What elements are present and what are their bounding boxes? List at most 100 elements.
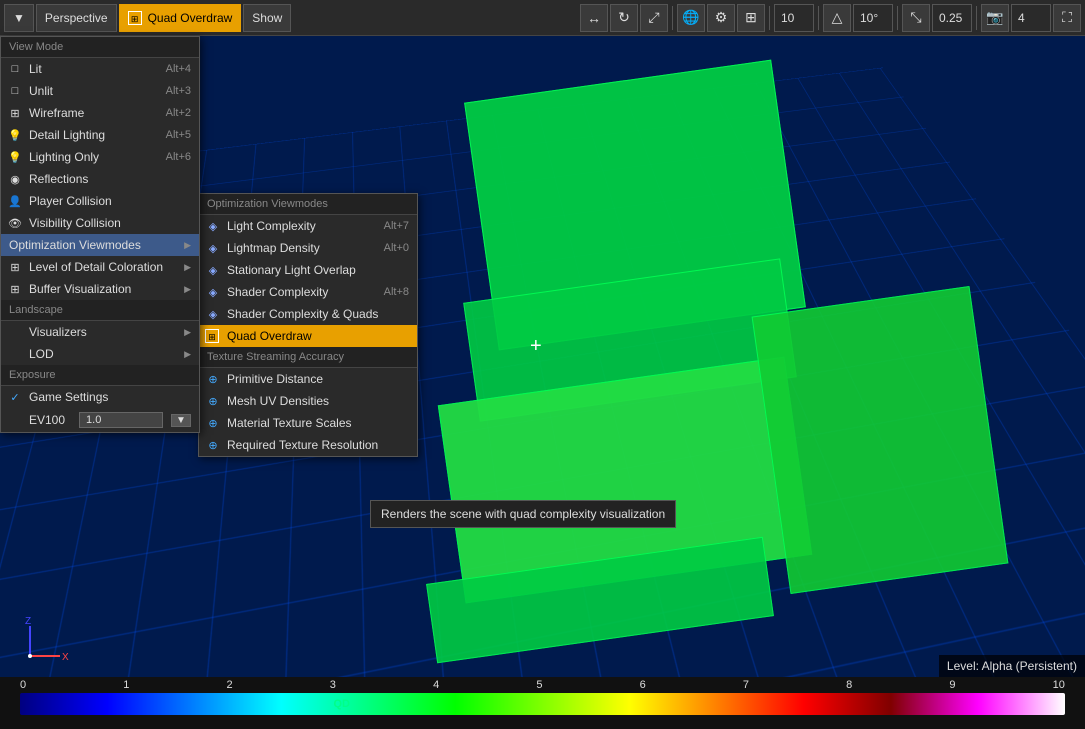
- menu-item-unlit[interactable]: □ Unlit Alt+3: [1, 80, 199, 102]
- toolbar: ▼ Perspective ⊞ Quad Overdraw Show ↔ ↻ ⤢…: [0, 0, 1085, 36]
- player-collision-icon: 👤: [7, 193, 23, 209]
- shader-complexity-quads-label: Shader Complexity & Quads: [227, 307, 409, 321]
- scale-box[interactable]: 0.25: [932, 4, 972, 32]
- lighting-only-icon: 💡: [7, 149, 23, 165]
- menu-item-game-settings[interactable]: ✓ Game Settings: [1, 386, 199, 408]
- menu-item-shader-complexity[interactable]: ◈ Shader Complexity Alt+8: [199, 281, 417, 303]
- menu-item-wireframe[interactable]: ⊞ Wireframe Alt+2: [1, 102, 199, 124]
- menu-item-visibility-collision[interactable]: 👁 Visibility Collision: [1, 212, 199, 234]
- visibility-collision-icon: 👁: [7, 215, 23, 231]
- lit-label: Lit: [29, 62, 158, 76]
- viewmode-btn[interactable]: ⊞ Quad Overdraw: [119, 4, 242, 32]
- sep5: [976, 6, 977, 30]
- shader-complexity-quads-icon: ◈: [205, 306, 221, 322]
- primitive-distance-icon: ⊕: [205, 371, 221, 387]
- label-2: 2: [227, 679, 233, 691]
- primitive-distance-label: Primitive Distance: [227, 372, 409, 386]
- dropdown-arrow-btn[interactable]: ▼: [4, 4, 34, 32]
- menu-item-lighting-only[interactable]: 💡 Lighting Only Alt+6: [1, 146, 199, 168]
- detail-lighting-icon: 💡: [7, 127, 23, 143]
- unlit-shortcut: Alt+3: [166, 85, 191, 97]
- buffer-viz-label: Buffer Visualization: [29, 282, 176, 296]
- menu-item-primitive-distance[interactable]: ⊕ Primitive Distance: [199, 368, 417, 390]
- menu-item-ev100[interactable]: EV100 1.0 ▼: [1, 408, 199, 432]
- ev100-label: EV100: [29, 413, 65, 427]
- unlit-label: Unlit: [29, 84, 158, 98]
- level-badge-text: Level: Alpha (Persistent): [947, 659, 1077, 673]
- perspective-btn[interactable]: Perspective: [36, 4, 117, 32]
- lod-coloration-label: Level of Detail Coloration: [29, 260, 176, 274]
- scale-icon[interactable]: ⤢: [640, 4, 668, 32]
- light-complexity-shortcut: Alt+7: [384, 220, 409, 232]
- menu-item-required-texture-resolution[interactable]: ⊕ Required Texture Resolution: [199, 434, 417, 456]
- lit-shortcut: Alt+4: [166, 63, 191, 75]
- buffer-viz-icon: ⊞: [7, 281, 23, 297]
- show-label: Show: [252, 11, 282, 25]
- angle-box[interactable]: 10°: [853, 4, 893, 32]
- label-4: 4: [433, 679, 439, 691]
- menu-item-lightmap-density[interactable]: ◈ Lightmap Density Alt+0: [199, 237, 417, 259]
- quad-overdraw-label: Quad Overdraw: [227, 329, 409, 343]
- label-7: 7: [743, 679, 749, 691]
- world-icon[interactable]: 🌐: [677, 4, 705, 32]
- angle-icon[interactable]: △: [823, 4, 851, 32]
- camera-box[interactable]: 4: [1011, 4, 1051, 32]
- view-mode-dropdown: View Mode □ Lit Alt+4 □ Unlit Alt+3 ⊞ Wi…: [0, 36, 200, 433]
- lod-label: LOD: [29, 347, 176, 361]
- menu-item-stationary-light-overlap[interactable]: ◈ Stationary Light Overlap: [199, 259, 417, 281]
- menu-item-buffer-viz[interactable]: ⊞ Buffer Visualization: [1, 278, 199, 300]
- snap-icon[interactable]: ⚙: [707, 4, 735, 32]
- svg-text:Z: Z: [25, 616, 31, 627]
- grid-size-box[interactable]: 10: [774, 4, 814, 32]
- menu-item-lod[interactable]: LOD: [1, 343, 199, 365]
- label-1: 1: [123, 679, 129, 691]
- light-complexity-label: Light Complexity: [227, 219, 376, 233]
- label-3: 3: [330, 679, 336, 691]
- move-icon[interactable]: ↔: [580, 4, 608, 32]
- mesh-uv-densities-icon: ⊕: [205, 393, 221, 409]
- menu-item-shader-complexity-quads[interactable]: ◈ Shader Complexity & Quads: [199, 303, 417, 325]
- menu-item-detail-lighting[interactable]: 💡 Detail Lighting Alt+5: [1, 124, 199, 146]
- sep1: [672, 6, 673, 30]
- wireframe-icon: ⊞: [7, 105, 23, 121]
- optimization-label: Optimization Viewmodes: [9, 238, 176, 252]
- menu-item-light-complexity[interactable]: ◈ Light Complexity Alt+7: [199, 215, 417, 237]
- lod-coloration-icon: ⊞: [7, 259, 23, 275]
- visualizers-label: Visualizers: [29, 325, 176, 339]
- menu-item-reflections[interactable]: ◉ Reflections: [1, 168, 199, 190]
- ev100-stepper[interactable]: ▼: [171, 414, 191, 427]
- menu-item-lod-coloration[interactable]: ⊞ Level of Detail Coloration: [1, 256, 199, 278]
- axes-indicator: X Z: [20, 616, 70, 669]
- rotate-icon[interactable]: ↻: [610, 4, 638, 32]
- menu-item-visualizers[interactable]: Visualizers: [1, 321, 199, 343]
- colorbar: 0 1 2 3 4 5 6 7 8 9 10 QD: [0, 677, 1085, 729]
- unlit-icon: □: [7, 83, 23, 99]
- lighting-only-label: Lighting Only: [29, 150, 158, 164]
- label-9: 9: [949, 679, 955, 691]
- menu-item-optimization[interactable]: Optimization Viewmodes: [1, 234, 199, 256]
- grid-icon[interactable]: ⊞: [737, 4, 765, 32]
- material-texture-scales-icon: ⊕: [205, 415, 221, 431]
- camera-icon[interactable]: 📷: [981, 4, 1009, 32]
- menu-item-mesh-uv-densities[interactable]: ⊕ Mesh UV Densities: [199, 390, 417, 412]
- quad-overdraw-icon: ⊞: [205, 329, 219, 343]
- light-complexity-icon: ◈: [205, 218, 221, 234]
- menu-item-quad-overdraw[interactable]: ⊞ Quad Overdraw: [199, 325, 417, 347]
- scale2-icon[interactable]: ⤡: [902, 4, 930, 32]
- reflections-label: Reflections: [29, 172, 191, 186]
- menu-item-material-texture-scales[interactable]: ⊕ Material Texture Scales: [199, 412, 417, 434]
- view-section-title: View Mode: [1, 37, 199, 58]
- menu-item-lit[interactable]: □ Lit Alt+4: [1, 58, 199, 80]
- sep2: [769, 6, 770, 30]
- ev100-value[interactable]: 1.0: [79, 412, 163, 428]
- shader-complexity-shortcut: Alt+8: [384, 286, 409, 298]
- reflections-icon: ◉: [7, 171, 23, 187]
- lightmap-density-shortcut: Alt+0: [384, 242, 409, 254]
- required-texture-resolution-icon: ⊕: [205, 437, 221, 453]
- sep4: [897, 6, 898, 30]
- maximize-icon[interactable]: ⛶: [1053, 4, 1081, 32]
- label-5: 5: [536, 679, 542, 691]
- menu-item-player-collision[interactable]: 👤 Player Collision: [1, 190, 199, 212]
- show-btn[interactable]: Show: [243, 4, 291, 32]
- tooltip: Renders the scene with quad complexity v…: [370, 500, 676, 528]
